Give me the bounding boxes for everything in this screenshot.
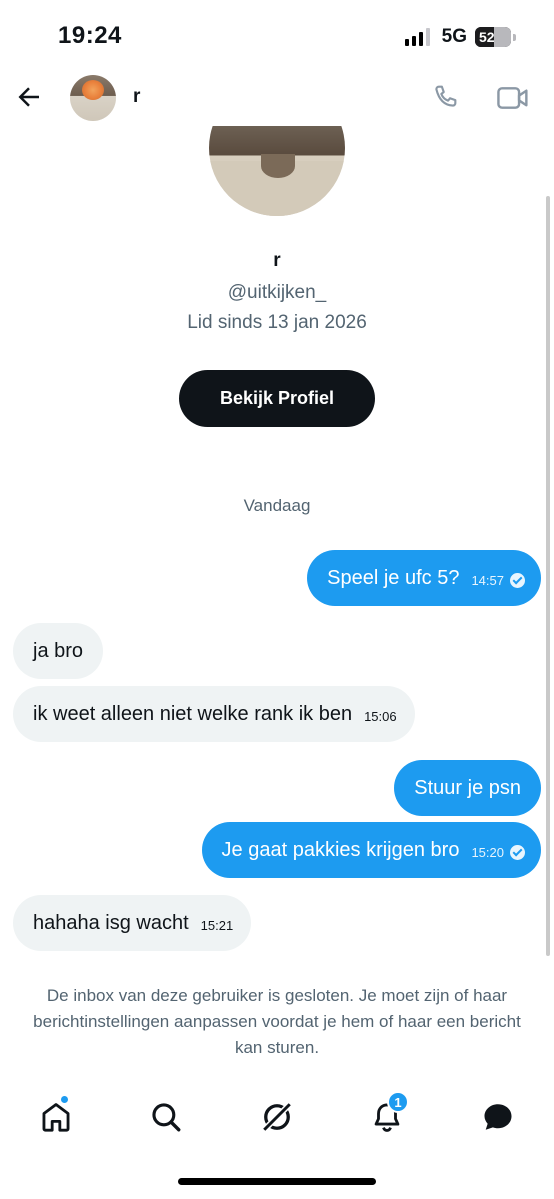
home-indicator[interactable] <box>178 1178 376 1185</box>
video-camera-icon[interactable] <box>496 84 530 112</box>
message-text: ik weet alleen niet welke rank ik ben <box>33 703 353 725</box>
battery-level: 52 <box>479 29 495 45</box>
nav-search[interactable] <box>146 1097 186 1137</box>
profile-handle: @uitkijken_ <box>227 282 327 303</box>
scrollbar[interactable] <box>546 196 550 956</box>
profile-name: r <box>273 250 281 271</box>
nav-notifications[interactable]: 1 <box>367 1091 409 1137</box>
message-text: hahaha isg wacht <box>33 912 189 934</box>
chat-header: r <box>0 70 554 126</box>
message-text: ja bro <box>33 640 84 662</box>
read-check-icon <box>510 845 525 860</box>
nav-messages[interactable] <box>478 1097 518 1137</box>
avatar[interactable] <box>70 75 116 121</box>
message-bubble-incoming[interactable]: ik weet alleen niet welke rank ik ben 15… <box>13 686 415 742</box>
cellular-signal-icon <box>404 28 430 46</box>
bottom-nav: 1 <box>0 1085 554 1149</box>
search-icon <box>152 1103 181 1132</box>
message-time: 15:06 <box>364 709 397 724</box>
message-bubble-outgoing[interactable]: Stuur je psn <box>394 760 541 816</box>
message-bubble-outgoing[interactable]: Je gaat pakkies krijgen bro 15:20 <box>201 822 541 878</box>
battery-tip <box>513 33 516 41</box>
message-text: Speel je ufc 5? <box>327 567 460 589</box>
closed-inbox-note: De inbox van deze gebruiker is gesloten.… <box>33 986 521 1057</box>
view-profile-button[interactable]: Bekijk Profiel <box>179 370 375 427</box>
message-bubble-incoming[interactable]: hahaha isg wacht 15:21 <box>13 895 252 951</box>
status-bar: 19:24 5G 52 <box>0 0 554 70</box>
message-time: 15:20 <box>471 845 504 860</box>
message-time: 14:57 <box>471 573 504 588</box>
read-check-icon <box>510 573 525 588</box>
profile-joined-date: Lid sinds 13 jan 2026 <box>187 312 367 333</box>
network-type: 5G <box>441 26 467 47</box>
status-icons: 5G 52 <box>404 26 516 48</box>
home-icon <box>42 1103 70 1132</box>
nav-grok[interactable] <box>257 1097 297 1137</box>
message-text: Je gaat pakkies krijgen bro <box>221 839 460 861</box>
header-name[interactable]: r <box>133 86 140 108</box>
message-bubble-outgoing[interactable]: Speel je ufc 5? 14:57 <box>307 550 541 606</box>
grok-icon <box>261 1101 293 1133</box>
arrow-left-icon[interactable] <box>14 82 44 112</box>
message-time: 15:21 <box>200 918 234 933</box>
battery-icon: 52 <box>475 27 511 47</box>
message-text: Stuur je psn <box>414 777 521 799</box>
notification-badge: 1 <box>387 1091 409 1113</box>
messages-icon <box>484 1104 512 1130</box>
message-bubble-incoming[interactable]: ja bro <box>13 623 104 679</box>
phone-icon[interactable] <box>430 82 462 114</box>
date-separator: Vandaag <box>243 496 311 515</box>
home-notification-dot <box>60 1095 69 1104</box>
status-time: 19:24 <box>58 22 122 49</box>
nav-home[interactable] <box>36 1095 76 1137</box>
